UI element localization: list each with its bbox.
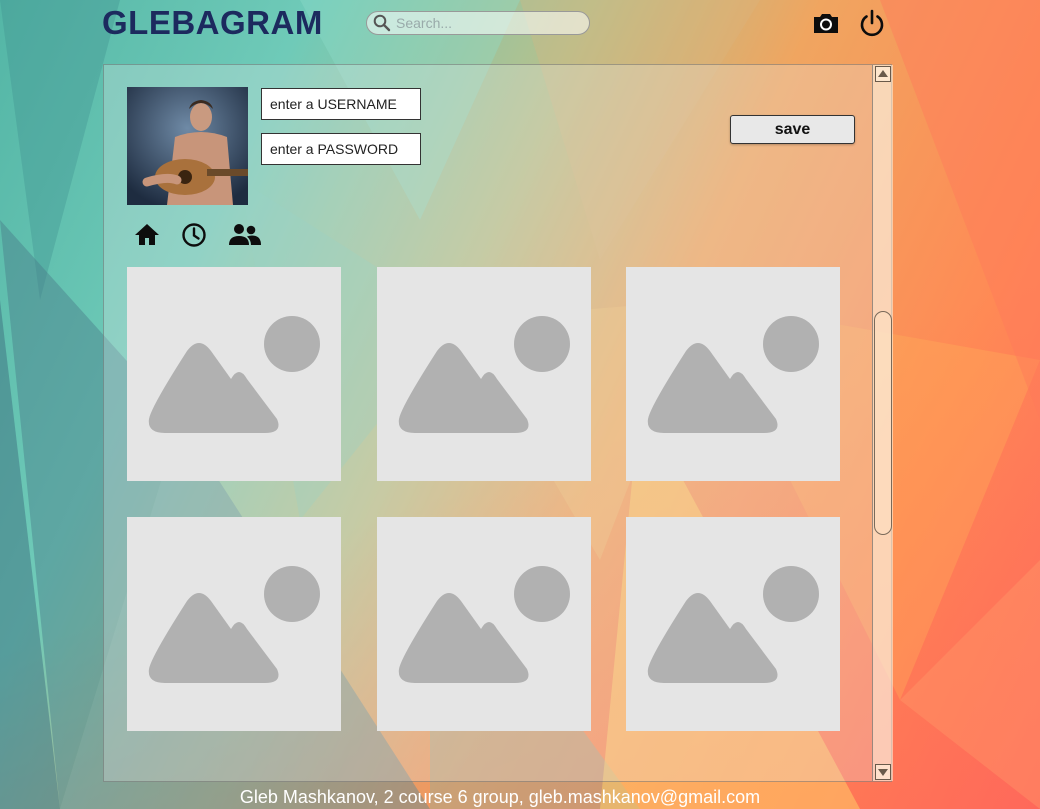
- scroll-thumb[interactable]: [874, 311, 892, 535]
- people-icon[interactable]: [226, 220, 262, 250]
- scroll-up-icon[interactable]: [875, 66, 891, 82]
- photo-item[interactable]: [626, 517, 840, 731]
- search-input[interactable]: [394, 14, 578, 32]
- scroll-down-icon[interactable]: [875, 764, 891, 780]
- footer-credits: Gleb Mashkanov, 2 course 6 group, gleb.m…: [239, 787, 761, 807]
- search-icon: [373, 14, 391, 32]
- power-icon[interactable]: [857, 8, 887, 38]
- image-placeholder-icon: [398, 566, 570, 683]
- avatar[interactable]: [127, 87, 248, 205]
- image-placeholder-icon: [148, 566, 320, 683]
- avatar-image: [127, 87, 248, 205]
- photo-item[interactable]: [127, 267, 341, 481]
- photo-item[interactable]: [377, 517, 591, 731]
- image-placeholder-icon: [647, 566, 819, 683]
- image-placeholder-icon: [148, 316, 320, 433]
- photo-item[interactable]: [127, 517, 341, 731]
- app-logo[interactable]: GLEBAGRAM: [102, 4, 323, 42]
- profile-panel: save: [103, 64, 893, 782]
- clock-icon[interactable]: [179, 220, 209, 250]
- home-icon[interactable]: [132, 220, 162, 250]
- image-placeholder-icon: [647, 316, 819, 433]
- photo-item[interactable]: [377, 267, 591, 481]
- camera-icon[interactable]: [811, 8, 841, 38]
- photo-item[interactable]: [626, 267, 840, 481]
- vertical-scrollbar[interactable]: [872, 65, 893, 781]
- password-field[interactable]: [261, 133, 421, 165]
- search-bar[interactable]: [366, 11, 590, 35]
- image-placeholder-icon: [398, 316, 570, 433]
- username-field[interactable]: [261, 88, 421, 120]
- save-button[interactable]: save: [730, 115, 855, 144]
